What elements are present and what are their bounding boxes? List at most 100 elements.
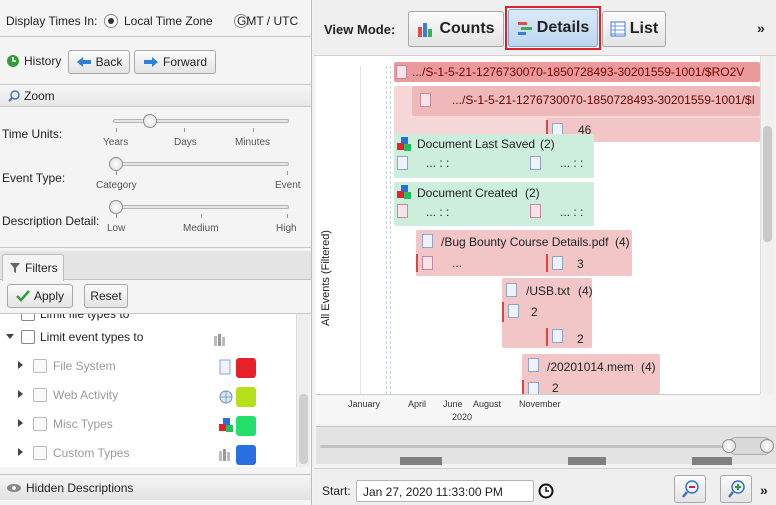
time-units-thumb[interactable] bbox=[143, 114, 157, 128]
hidden-descriptions-header[interactable]: Hidden Descriptions bbox=[0, 474, 311, 500]
file-system-checkbox[interactable] bbox=[33, 359, 47, 373]
description-detail-slider[interactable] bbox=[113, 205, 289, 209]
collapsed-arrow-icon[interactable] bbox=[18, 361, 23, 369]
footer-overflow-icon[interactable]: » bbox=[760, 482, 768, 498]
event-mark bbox=[502, 302, 504, 322]
histogram-bar bbox=[568, 457, 606, 465]
misc-types-color-swatch[interactable] bbox=[236, 416, 256, 436]
event-label[interactable]: .../S-1-5-21-1276730070-1850728493-30201… bbox=[452, 93, 755, 107]
event-count[interactable]: 2 bbox=[531, 305, 538, 319]
apply-button[interactable]: Apply bbox=[7, 284, 73, 308]
expanded-arrow-icon[interactable] bbox=[6, 334, 14, 339]
tick-label-low: Low bbox=[107, 223, 126, 234]
tick-label-high: High bbox=[276, 223, 297, 234]
slider-tick bbox=[116, 214, 117, 218]
event-dots[interactable]: ... : : bbox=[426, 156, 449, 170]
zoom-out-icon bbox=[682, 480, 699, 498]
tab-filters[interactable]: Filters bbox=[2, 254, 64, 281]
history-label: History bbox=[24, 54, 62, 68]
gridline bbox=[386, 66, 387, 394]
custom-types-checkbox[interactable] bbox=[33, 446, 47, 460]
event-dots[interactable]: ... : : bbox=[560, 205, 583, 219]
history-button[interactable]: History bbox=[6, 54, 61, 68]
collapsed-arrow-icon[interactable] bbox=[18, 419, 23, 427]
description-detail-thumb[interactable] bbox=[109, 200, 123, 214]
history-icon bbox=[7, 55, 19, 67]
event-label[interactable]: Document Created bbox=[417, 186, 518, 200]
event-label[interactable]: .../S-1-5-21-1276730070-1850728493-30201… bbox=[412, 65, 744, 79]
histogram-bar bbox=[400, 457, 442, 465]
event-label[interactable]: /20201014.mem bbox=[547, 360, 634, 374]
divider bbox=[0, 36, 311, 37]
range-start-thumb[interactable] bbox=[722, 439, 736, 453]
time-units-slider[interactable] bbox=[113, 119, 289, 123]
details-button[interactable]: Details bbox=[508, 9, 598, 47]
scrollbar-thumb[interactable] bbox=[299, 394, 308, 464]
apply-label: Apply bbox=[33, 289, 65, 303]
reset-button[interactable]: Reset bbox=[84, 284, 128, 308]
web-activity-color-swatch[interactable] bbox=[236, 387, 256, 407]
forward-label: Forward bbox=[162, 55, 207, 69]
scrollbar-thumb[interactable] bbox=[763, 126, 772, 242]
misc-types-label: Misc Types bbox=[53, 417, 113, 431]
month-label: November bbox=[519, 399, 561, 409]
filter-scrollbar[interactable] bbox=[296, 314, 310, 467]
range-track[interactable] bbox=[320, 445, 730, 448]
limit-event-types-checkbox[interactable] bbox=[21, 330, 35, 344]
time-units-label: Time Units: bbox=[2, 127, 63, 141]
range-end-thumb[interactable] bbox=[760, 439, 774, 453]
file-system-label: File System bbox=[53, 359, 116, 373]
forward-button[interactable]: Forward bbox=[134, 50, 216, 74]
x-axis: January April June August November 2020 bbox=[316, 394, 760, 424]
list-button[interactable]: List bbox=[602, 11, 666, 47]
start-datetime-field[interactable]: Jan 27, 2020 11:33:00 PM bbox=[356, 480, 534, 502]
zoom-header[interactable]: Zoom bbox=[0, 85, 311, 107]
event-label[interactable]: /Bug Bounty Course Details.pdf bbox=[441, 235, 608, 249]
checkmark-icon bbox=[16, 290, 30, 302]
event-dots[interactable]: ... : : bbox=[560, 156, 583, 170]
gmt-utc-label[interactable]: GMT / UTC bbox=[237, 14, 298, 28]
event-count[interactable]: 2 bbox=[577, 332, 584, 346]
event-label[interactable]: Document Last Saved bbox=[417, 137, 535, 151]
file-icon bbox=[396, 65, 407, 79]
event-count[interactable]: 2 bbox=[552, 381, 559, 394]
zoom-in-icon bbox=[728, 480, 745, 498]
event-count: (2) bbox=[540, 137, 555, 151]
event-dots[interactable]: ... : : bbox=[426, 205, 449, 219]
chart-scrollbar[interactable] bbox=[760, 56, 774, 394]
event-count[interactable]: 3 bbox=[577, 257, 584, 271]
file-icon bbox=[422, 256, 433, 270]
clock-icon[interactable] bbox=[538, 483, 554, 499]
event-type-label: Event Type: bbox=[2, 171, 66, 185]
zoom-in-button[interactable] bbox=[720, 475, 752, 503]
hidden-descriptions-label: Hidden Descriptions bbox=[26, 481, 134, 495]
back-button[interactable]: Back bbox=[68, 50, 130, 74]
limit-file-types-checkbox[interactable] bbox=[21, 314, 35, 321]
collapsed-arrow-icon[interactable] bbox=[18, 448, 23, 456]
zoom-out-button[interactable] bbox=[674, 475, 706, 503]
event-type-thumb[interactable] bbox=[109, 157, 123, 171]
local-time-zone-radio[interactable] bbox=[104, 13, 118, 28]
collapsed-arrow-icon[interactable] bbox=[18, 390, 23, 398]
event-dots[interactable]: ... bbox=[452, 256, 462, 270]
event-type-slider[interactable] bbox=[113, 162, 289, 166]
misc-blocks-icon bbox=[397, 185, 411, 199]
display-times-label: Display Times In: bbox=[6, 14, 98, 28]
multi-type-icon bbox=[214, 334, 225, 346]
event-label[interactable]: /USB.txt bbox=[526, 284, 570, 298]
timeline-range-slider[interactable] bbox=[316, 426, 776, 465]
file-icon bbox=[528, 382, 539, 394]
local-time-zone-label[interactable]: Local Time Zone bbox=[124, 14, 213, 28]
document-icon bbox=[530, 204, 541, 218]
web-activity-checkbox[interactable] bbox=[33, 388, 47, 402]
chart-inner: All Events (Filtered) .../S-1-5-21-12767… bbox=[316, 56, 760, 394]
misc-types-checkbox[interactable] bbox=[33, 417, 47, 431]
toolbar-overflow-icon[interactable]: » bbox=[757, 20, 765, 36]
counts-button[interactable]: Counts bbox=[408, 11, 504, 47]
misc-blocks-icon bbox=[219, 418, 233, 432]
file-icon bbox=[552, 329, 563, 343]
event-mark bbox=[416, 254, 418, 272]
file-system-color-swatch[interactable] bbox=[236, 358, 256, 378]
custom-types-color-swatch[interactable] bbox=[236, 445, 256, 465]
slider-tick bbox=[201, 214, 202, 218]
